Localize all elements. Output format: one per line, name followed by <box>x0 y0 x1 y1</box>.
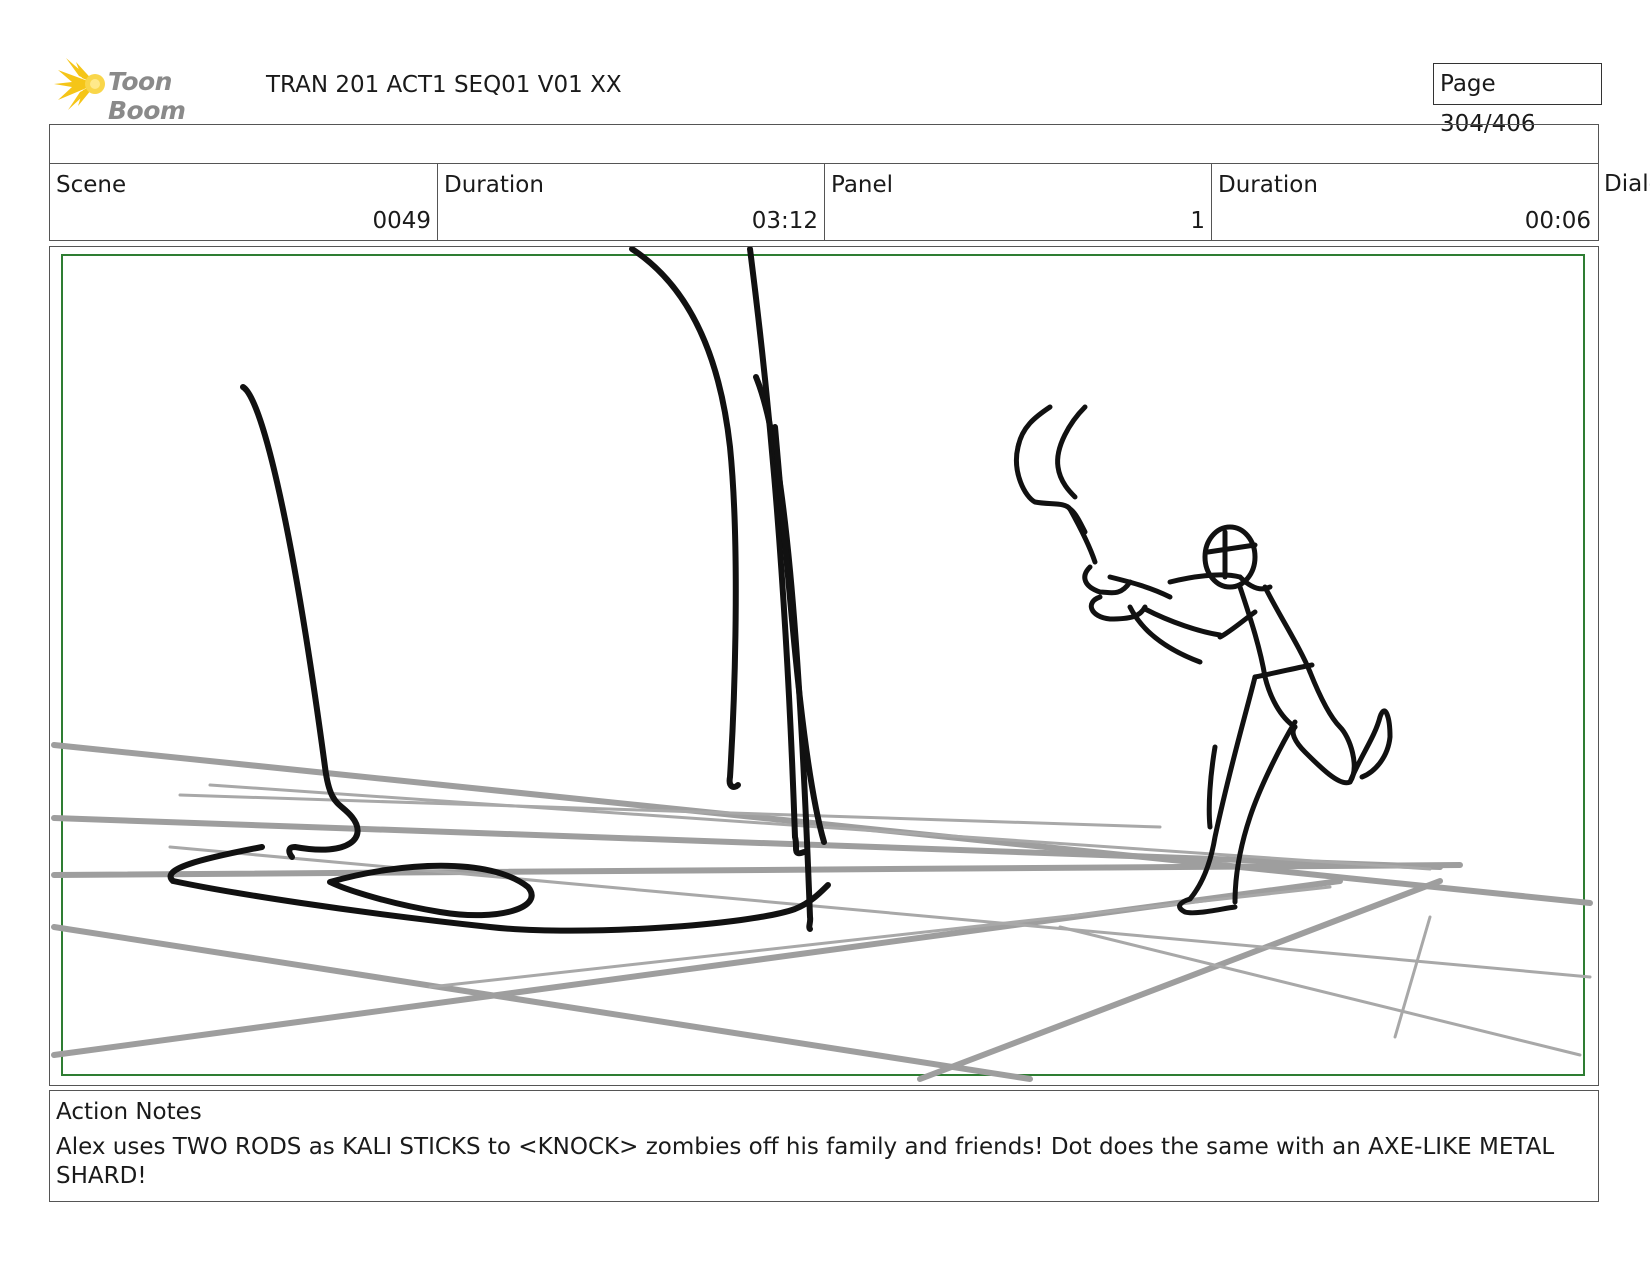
panel-label: Panel <box>831 172 894 198</box>
scene-value: 0049 <box>372 208 431 234</box>
document-title: TRAN 201 ACT1 SEQ01 V01 XX <box>266 72 622 98</box>
dialog-label: Dialo <box>1604 171 1650 197</box>
storyboard-panel <box>49 246 1599 1086</box>
scene-duration-cell: Duration 03:12 <box>438 164 825 240</box>
page-number: Page 304/406 <box>1433 63 1602 137</box>
scene-info-table: Scene 0049 Duration 03:12 Panel 1 Durati… <box>49 124 1599 241</box>
action-notes-label: Action Notes <box>56 1099 202 1125</box>
info-top-strip <box>50 125 1598 164</box>
scene-duration-value: 03:12 <box>751 208 818 234</box>
logo-text: Toon Boom <box>108 67 186 125</box>
perspective-guides <box>51 742 1593 1082</box>
panel-cell: Panel 1 <box>825 164 1212 240</box>
starburst-logo-icon <box>54 58 105 110</box>
panel-sketch <box>51 247 1593 1082</box>
character-sketch <box>1014 404 1393 916</box>
scene-cell: Scene 0049 <box>50 164 438 240</box>
panel-duration-cell: Duration 00:06 <box>1212 164 1597 240</box>
scene-label: Scene <box>56 172 127 198</box>
panel-value: 1 <box>1190 208 1205 234</box>
toon-boom-logo: Toon Boom <box>52 56 252 125</box>
action-notes-text: Alex uses TWO RODS as KALI STICKS to <KN… <box>56 1134 1555 1189</box>
panel-duration-label: Duration <box>1218 172 1318 198</box>
panel-duration-value: 00:06 <box>1524 208 1591 234</box>
action-notes: Action Notes Alex uses TWO RODS as KALI … <box>49 1090 1599 1202</box>
scene-duration-label: Duration <box>444 172 544 198</box>
page-header: Toon Boom TRAN 201 ACT1 SEQ01 V01 XX Pag… <box>52 56 1602 137</box>
